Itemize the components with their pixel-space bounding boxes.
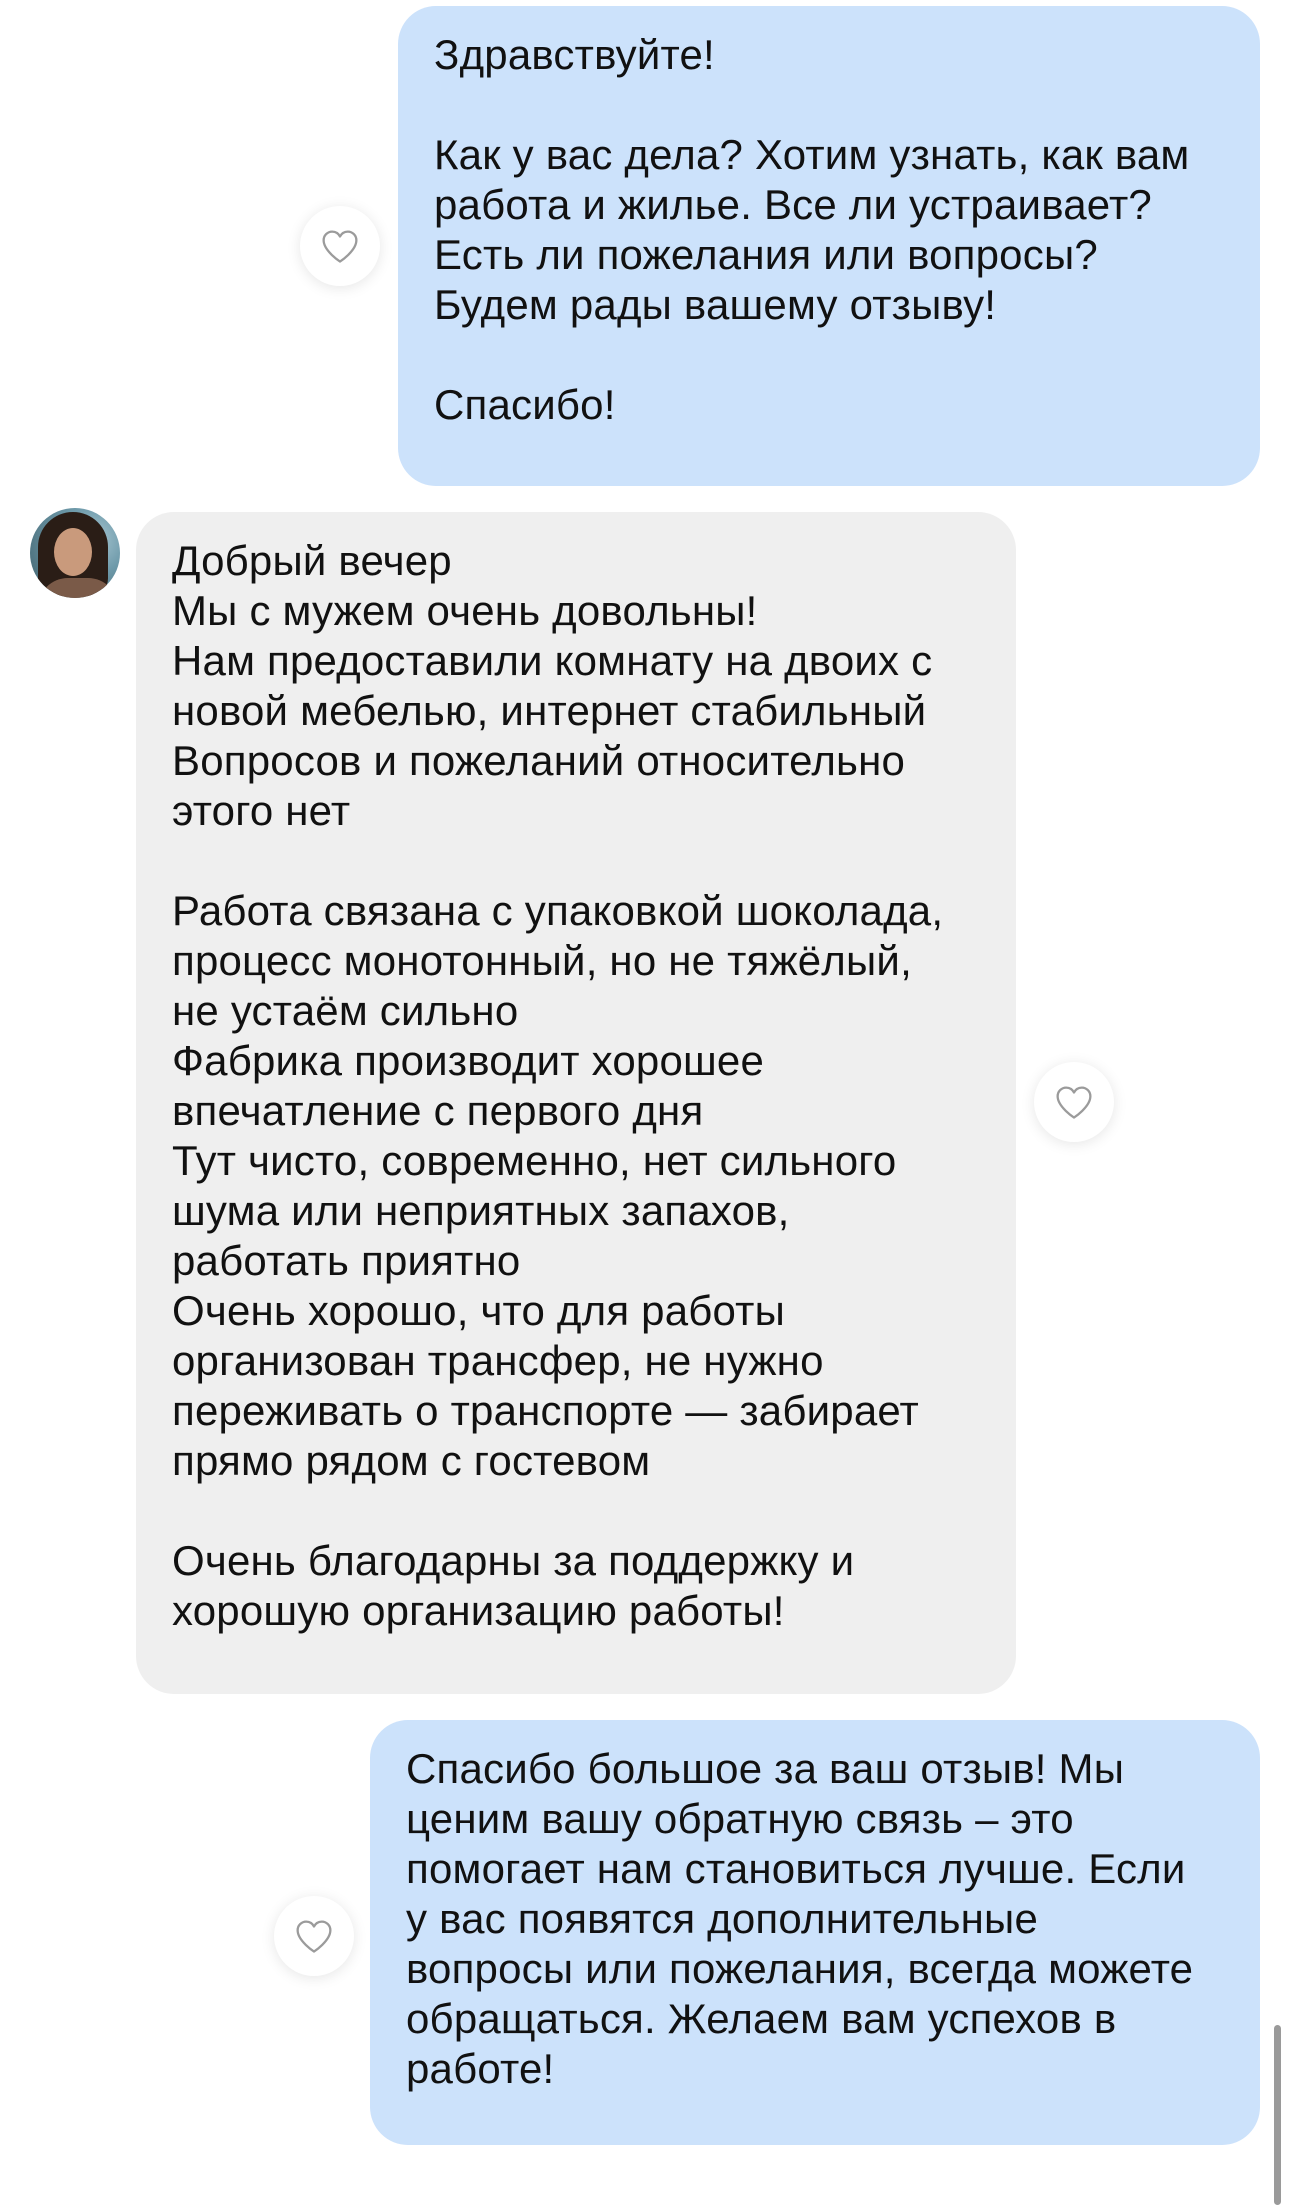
- heart-outline-icon: [1056, 1086, 1092, 1119]
- message-line: Здравствуйте!: [434, 31, 715, 78]
- message-line: Тут чисто, современно, нет сильного: [172, 1137, 897, 1184]
- message-line: помогает нам становиться лучше. Если: [406, 1845, 1186, 1892]
- like-button[interactable]: [274, 1896, 354, 1976]
- message-line: переживать о транспорте — забирает: [172, 1387, 919, 1434]
- message-line: работе!: [406, 2045, 555, 2092]
- message-line: Будем рады вашему отзыву!: [434, 281, 997, 328]
- message-line: Вопросов и пожеланий относительно: [172, 737, 906, 784]
- message-line: новой мебелью, интернет стабильный: [172, 687, 927, 734]
- message-line: [172, 836, 980, 886]
- message-line: хорошую организацию работы!: [172, 1587, 785, 1634]
- user-avatar[interactable]: [30, 508, 120, 598]
- message-line: прямо рядом с гостевом: [172, 1437, 651, 1484]
- message-line: организован трансфер, не нужно: [172, 1337, 824, 1384]
- message-line: Очень благодарны за поддержку и: [172, 1537, 855, 1584]
- message-line: [172, 1486, 980, 1536]
- message-line: [434, 80, 1224, 130]
- message-line: процесс монотонный, но не тяжёлый,: [172, 937, 912, 984]
- message-line: не устаём сильно: [172, 987, 519, 1034]
- message-bubble-outgoing[interactable]: Спасибо большое за ваш отзыв! Мы ценим в…: [370, 1720, 1260, 2145]
- message-line: этого нет: [172, 787, 351, 834]
- message-line: Фабрика производит хорошее: [172, 1037, 765, 1084]
- message-line: Есть ли пожелания или вопросы?: [434, 231, 1098, 278]
- like-button[interactable]: [300, 206, 380, 286]
- message-line: Спасибо большое за ваш отзыв! Мы: [406, 1745, 1125, 1792]
- message-line: шума или неприятных запахов,: [172, 1187, 790, 1234]
- heart-outline-icon: [296, 1920, 332, 1953]
- avatar-face: [54, 528, 92, 576]
- message-line: вопросы или пожелания, всегда можете: [406, 1945, 1194, 1992]
- message-line: Работа связана с упаковкой шоколада,: [172, 887, 944, 934]
- message-line: работа и жилье. Все ли устраивает?: [434, 181, 1152, 228]
- message-line: работать приятно: [172, 1237, 521, 1284]
- message-line: у вас появятся дополнительные: [406, 1895, 1039, 1942]
- scrollbar[interactable]: [1274, 2025, 1281, 2205]
- message-line: Очень хорошо, что для работы: [172, 1287, 785, 1334]
- message-bubble-incoming[interactable]: Добрый вечер Мы с мужем очень довольны! …: [136, 512, 1016, 1694]
- message-line: впечатление с первого дня: [172, 1087, 704, 1134]
- message-line: обращаться. Желаем вам успехов в: [406, 1995, 1117, 2042]
- message-line: [434, 330, 1224, 380]
- like-button[interactable]: [1034, 1062, 1114, 1142]
- message-line: Добрый вечер: [172, 537, 452, 584]
- message-line: Мы с мужем очень довольны!: [172, 587, 758, 634]
- message-line: Как у вас дела? Хотим узнать, как вам: [434, 131, 1190, 178]
- heart-outline-icon: [322, 230, 358, 263]
- message-line: Спасибо!: [434, 381, 616, 428]
- message-line: ценим вашу обратную связь – это: [406, 1795, 1074, 1842]
- message-bubble-outgoing[interactable]: Здравствуйте! Как у вас дела? Хотим узна…: [398, 6, 1260, 486]
- message-line: Нам предоставили комнату на двоих с: [172, 637, 933, 684]
